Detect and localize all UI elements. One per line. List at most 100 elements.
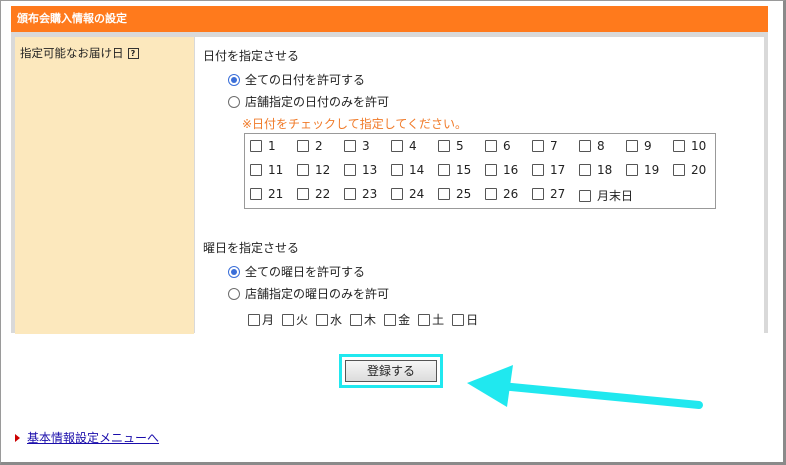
weekday-checkbox-row: 月火水 木 金土 日: [248, 311, 486, 328]
submit-button[interactable]: 登録する: [345, 360, 437, 382]
checkbox[interactable]: [438, 188, 450, 200]
day-checkbox-item[interactable]: 7: [532, 139, 558, 153]
settings-panel: 頒布会購入情報の設定 指定可能なお届け日? 日付を指定させる 全ての日付を許可す…: [11, 6, 768, 334]
day-checkbox-item[interactable]: 5: [438, 139, 464, 153]
day-checkbox-item[interactable]: 26: [485, 187, 518, 201]
day-checkbox-item[interactable]: 15: [438, 163, 471, 177]
day-checkbox-item[interactable]: 22: [297, 187, 330, 201]
help-icon[interactable]: ?: [127, 48, 139, 59]
radio-shop-weekdays[interactable]: 店舗指定の曜日のみを許可: [228, 285, 389, 302]
weekday-checkbox-item[interactable]: 金: [384, 311, 410, 328]
weekday-checkbox-item[interactable]: 月: [248, 311, 274, 328]
checkbox[interactable]: [532, 188, 544, 200]
checkbox[interactable]: [297, 188, 309, 200]
checkbox[interactable]: [418, 313, 431, 326]
checkbox[interactable]: [248, 313, 260, 326]
day-checkbox-item[interactable]: 月末日: [579, 187, 633, 204]
day-checkbox-item[interactable]: 9: [626, 139, 652, 153]
checkbox[interactable]: [391, 164, 403, 176]
day-label: 4: [409, 139, 417, 153]
weekday-checkbox-item[interactable]: 水: [316, 311, 342, 328]
day-label: 27: [550, 187, 566, 201]
day-checkbox-item[interactable]: 16: [485, 163, 518, 177]
weekday-label: 日: [466, 313, 479, 327]
checkbox[interactable]: [438, 140, 450, 152]
checkbox[interactable]: [673, 140, 685, 152]
day-label: 24: [409, 187, 425, 201]
checkbox[interactable]: [579, 189, 591, 202]
back-link-row[interactable]: 基本情報設定メニューへ: [15, 429, 159, 446]
weekday-checkbox-item[interactable]: 土: [418, 311, 444, 328]
day-label: 10: [691, 139, 707, 153]
checkbox[interactable]: [250, 164, 262, 176]
day-checkbox-item[interactable]: 17: [532, 163, 565, 177]
day-checkbox-item[interactable]: 8: [579, 139, 605, 153]
checkbox[interactable]: [344, 164, 356, 176]
checkbox[interactable]: [316, 313, 329, 326]
radio-shop-dates[interactable]: 店舗指定の日付のみを許可: [228, 93, 389, 110]
day-label: 8: [597, 139, 605, 153]
day-checkbox-item[interactable]: 27: [532, 187, 565, 201]
checkbox[interactable]: [297, 164, 309, 176]
weekday-section-title: 曜日を指定させる: [203, 241, 300, 255]
day-checkbox-item[interactable]: 24: [391, 187, 424, 201]
radio-all-dates[interactable]: 全ての日付を許可する: [228, 71, 365, 88]
day-checkbox-grid: 1 2 3 4 5 6 7 8 9 10 11 12 13 14 15 16 17 18 19 20 21 22 23 24 2…: [244, 133, 716, 209]
checkbox[interactable]: [250, 188, 262, 200]
checkbox[interactable]: [391, 140, 403, 152]
day-checkbox-item[interactable]: 25: [438, 187, 471, 201]
checkbox[interactable]: [282, 313, 295, 326]
day-checkbox-item[interactable]: 21: [250, 187, 283, 201]
checkbox[interactable]: [384, 313, 397, 326]
day-label: 22: [315, 187, 331, 201]
radio-all-weekdays[interactable]: 全ての曜日を許可する: [228, 263, 365, 280]
day-checkbox-item[interactable]: 20: [673, 163, 706, 177]
checkbox[interactable]: [485, 140, 497, 152]
radio-button[interactable]: [228, 287, 240, 300]
weekday-checkbox-item[interactable]: 火: [282, 311, 308, 328]
weekday-label: 金: [398, 313, 411, 327]
day-label: 17: [550, 163, 566, 177]
radio-button-selected[interactable]: [228, 73, 240, 86]
checkbox[interactable]: [344, 188, 356, 200]
day-checkbox-item[interactable]: 12: [297, 163, 330, 177]
field-label: 指定可能なお届け日: [20, 46, 124, 60]
day-checkbox-item[interactable]: 2: [297, 139, 323, 153]
basic-settings-menu-link[interactable]: 基本情報設定メニューへ: [27, 429, 159, 446]
day-label: 14: [409, 163, 425, 177]
day-checkbox-item[interactable]: 11: [250, 163, 283, 177]
checkbox[interactable]: [297, 140, 309, 152]
weekday-checkbox-item[interactable]: 木: [350, 311, 376, 328]
checkbox[interactable]: [438, 164, 450, 176]
day-checkbox-item[interactable]: 19: [626, 163, 659, 177]
radio-button[interactable]: [228, 95, 240, 108]
day-checkbox-item[interactable]: 4: [391, 139, 417, 153]
day-checkbox-item[interactable]: 10: [673, 139, 706, 153]
day-checkbox-item[interactable]: 14: [391, 163, 424, 177]
day-checkbox-item[interactable]: 1: [250, 139, 276, 153]
checkbox[interactable]: [485, 164, 497, 176]
checkbox[interactable]: [350, 313, 363, 326]
checkbox[interactable]: [485, 188, 497, 200]
weekday-label: 木: [364, 313, 377, 327]
checkbox[interactable]: [532, 140, 544, 152]
checkbox[interactable]: [673, 164, 685, 176]
day-label: 20: [691, 163, 707, 177]
radio-button-selected[interactable]: [228, 265, 240, 278]
checkbox[interactable]: [579, 140, 591, 152]
checkbox[interactable]: [344, 140, 356, 152]
checkbox[interactable]: [250, 140, 262, 152]
day-checkbox-item[interactable]: 6: [485, 139, 511, 153]
day-checkbox-item[interactable]: 18: [579, 163, 612, 177]
checkbox[interactable]: [626, 140, 638, 152]
day-label: 18: [597, 163, 613, 177]
checkbox[interactable]: [391, 188, 403, 200]
day-checkbox-item[interactable]: 3: [344, 139, 370, 153]
day-checkbox-item[interactable]: 23: [344, 187, 377, 201]
checkbox[interactable]: [532, 164, 544, 176]
checkbox[interactable]: [579, 164, 591, 176]
day-checkbox-item[interactable]: 13: [344, 163, 377, 177]
checkbox[interactable]: [626, 164, 638, 176]
checkbox[interactable]: [452, 313, 465, 326]
weekday-checkbox-item[interactable]: 日: [452, 311, 478, 328]
